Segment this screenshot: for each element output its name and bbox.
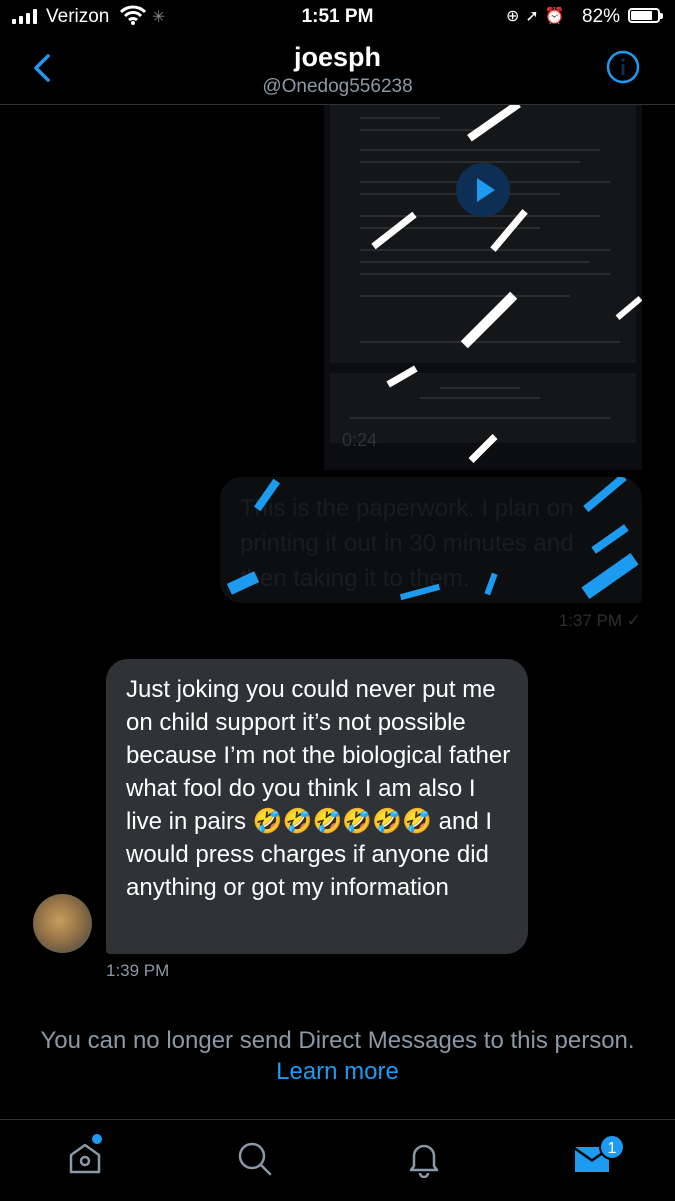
- dm-disabled-notice: You can no longer send Direct Messages t…: [40, 1025, 635, 1087]
- location-icon: ➚: [525, 8, 539, 25]
- home-notification-dot: [92, 1134, 102, 1144]
- notifications-bell-icon[interactable]: [404, 1138, 444, 1178]
- rotation-lock-icon: ⊕: [506, 8, 520, 25]
- info-icon[interactable]: [606, 50, 640, 84]
- conversation-header: joesph @Onedog556238: [0, 36, 675, 105]
- play-icon[interactable]: [456, 163, 510, 217]
- tab-bar: 1: [0, 1119, 675, 1201]
- home-icon[interactable]: [65, 1138, 105, 1178]
- contact-handle[interactable]: @Onedog556238: [0, 76, 675, 98]
- video-duration: 0:24: [342, 430, 378, 450]
- sent-message-bubble[interactable]: This is the paperwork. I plan on printin…: [220, 477, 642, 603]
- received-message-bubble[interactable]: Just joking you could never put me on ch…: [106, 659, 528, 954]
- status-bar: Verizon ✳ 1:51 PM ⊕ ➚ ⏰ 82%: [0, 0, 675, 36]
- contact-name[interactable]: joesph: [0, 42, 675, 73]
- received-message-timestamp: 1:39 PM: [106, 961, 170, 980]
- battery-percent: 82%: [582, 6, 621, 27]
- battery-icon: [628, 8, 663, 23]
- avatar[interactable]: [33, 894, 92, 953]
- battery-fill: [631, 11, 652, 20]
- learn-more-link[interactable]: Learn more: [276, 1058, 399, 1085]
- search-icon[interactable]: [234, 1138, 274, 1178]
- message-thread: 0:24 This is the paperwork. I plan on pr…: [0, 105, 675, 1119]
- alarm-icon: ⏰: [544, 8, 565, 25]
- received-message-text: Just joking you could never put me on ch…: [126, 676, 511, 901]
- sent-media-attachment[interactable]: 0:24: [324, 105, 642, 470]
- dm-disabled-text: You can no longer send Direct Messages t…: [40, 1027, 635, 1054]
- sent-message-timestamp: 1:37 PM ✓: [558, 611, 641, 630]
- messages-badge: 1: [599, 1134, 625, 1160]
- sent-message-text: This is the paperwork. I plan on printin…: [240, 495, 574, 592]
- clock: 1:51 PM: [301, 6, 374, 27]
